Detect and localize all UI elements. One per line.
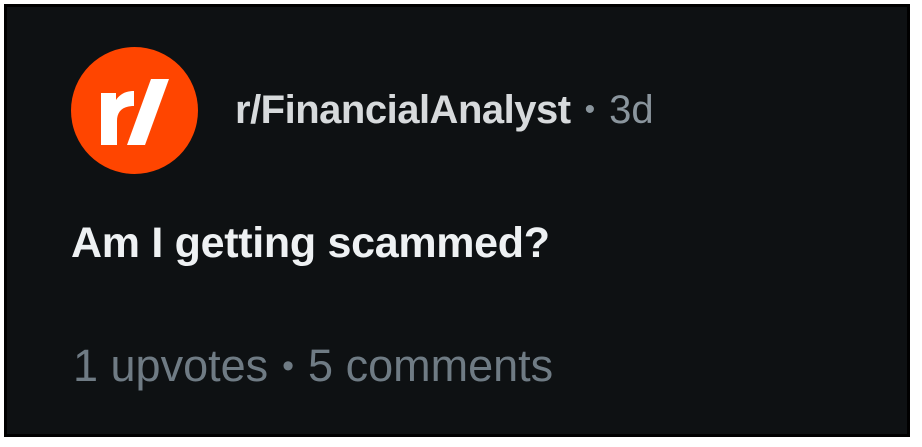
post-title[interactable]: Am I getting scammed? [71, 222, 550, 265]
comment-count[interactable]: 5 comments [308, 343, 553, 388]
post-stats: 1 upvotes • 5 comments [73, 343, 553, 388]
post-meta: r/FinancialAnalyst • 3d [235, 90, 654, 130]
subreddit-avatar[interactable] [71, 46, 198, 174]
stats-separator: • [282, 346, 295, 385]
post-card[interactable]: r/FinancialAnalyst • 3d Am I getting sca… [4, 4, 910, 437]
upvote-count[interactable]: 1 upvotes [73, 343, 268, 388]
reddit-logo-icon [100, 79, 169, 145]
subreddit-name[interactable]: r/FinancialAnalyst [235, 90, 571, 130]
meta-separator: • [584, 93, 596, 126]
post-header: r/FinancialAnalyst • 3d [71, 45, 654, 175]
post-age: 3d [609, 88, 654, 132]
